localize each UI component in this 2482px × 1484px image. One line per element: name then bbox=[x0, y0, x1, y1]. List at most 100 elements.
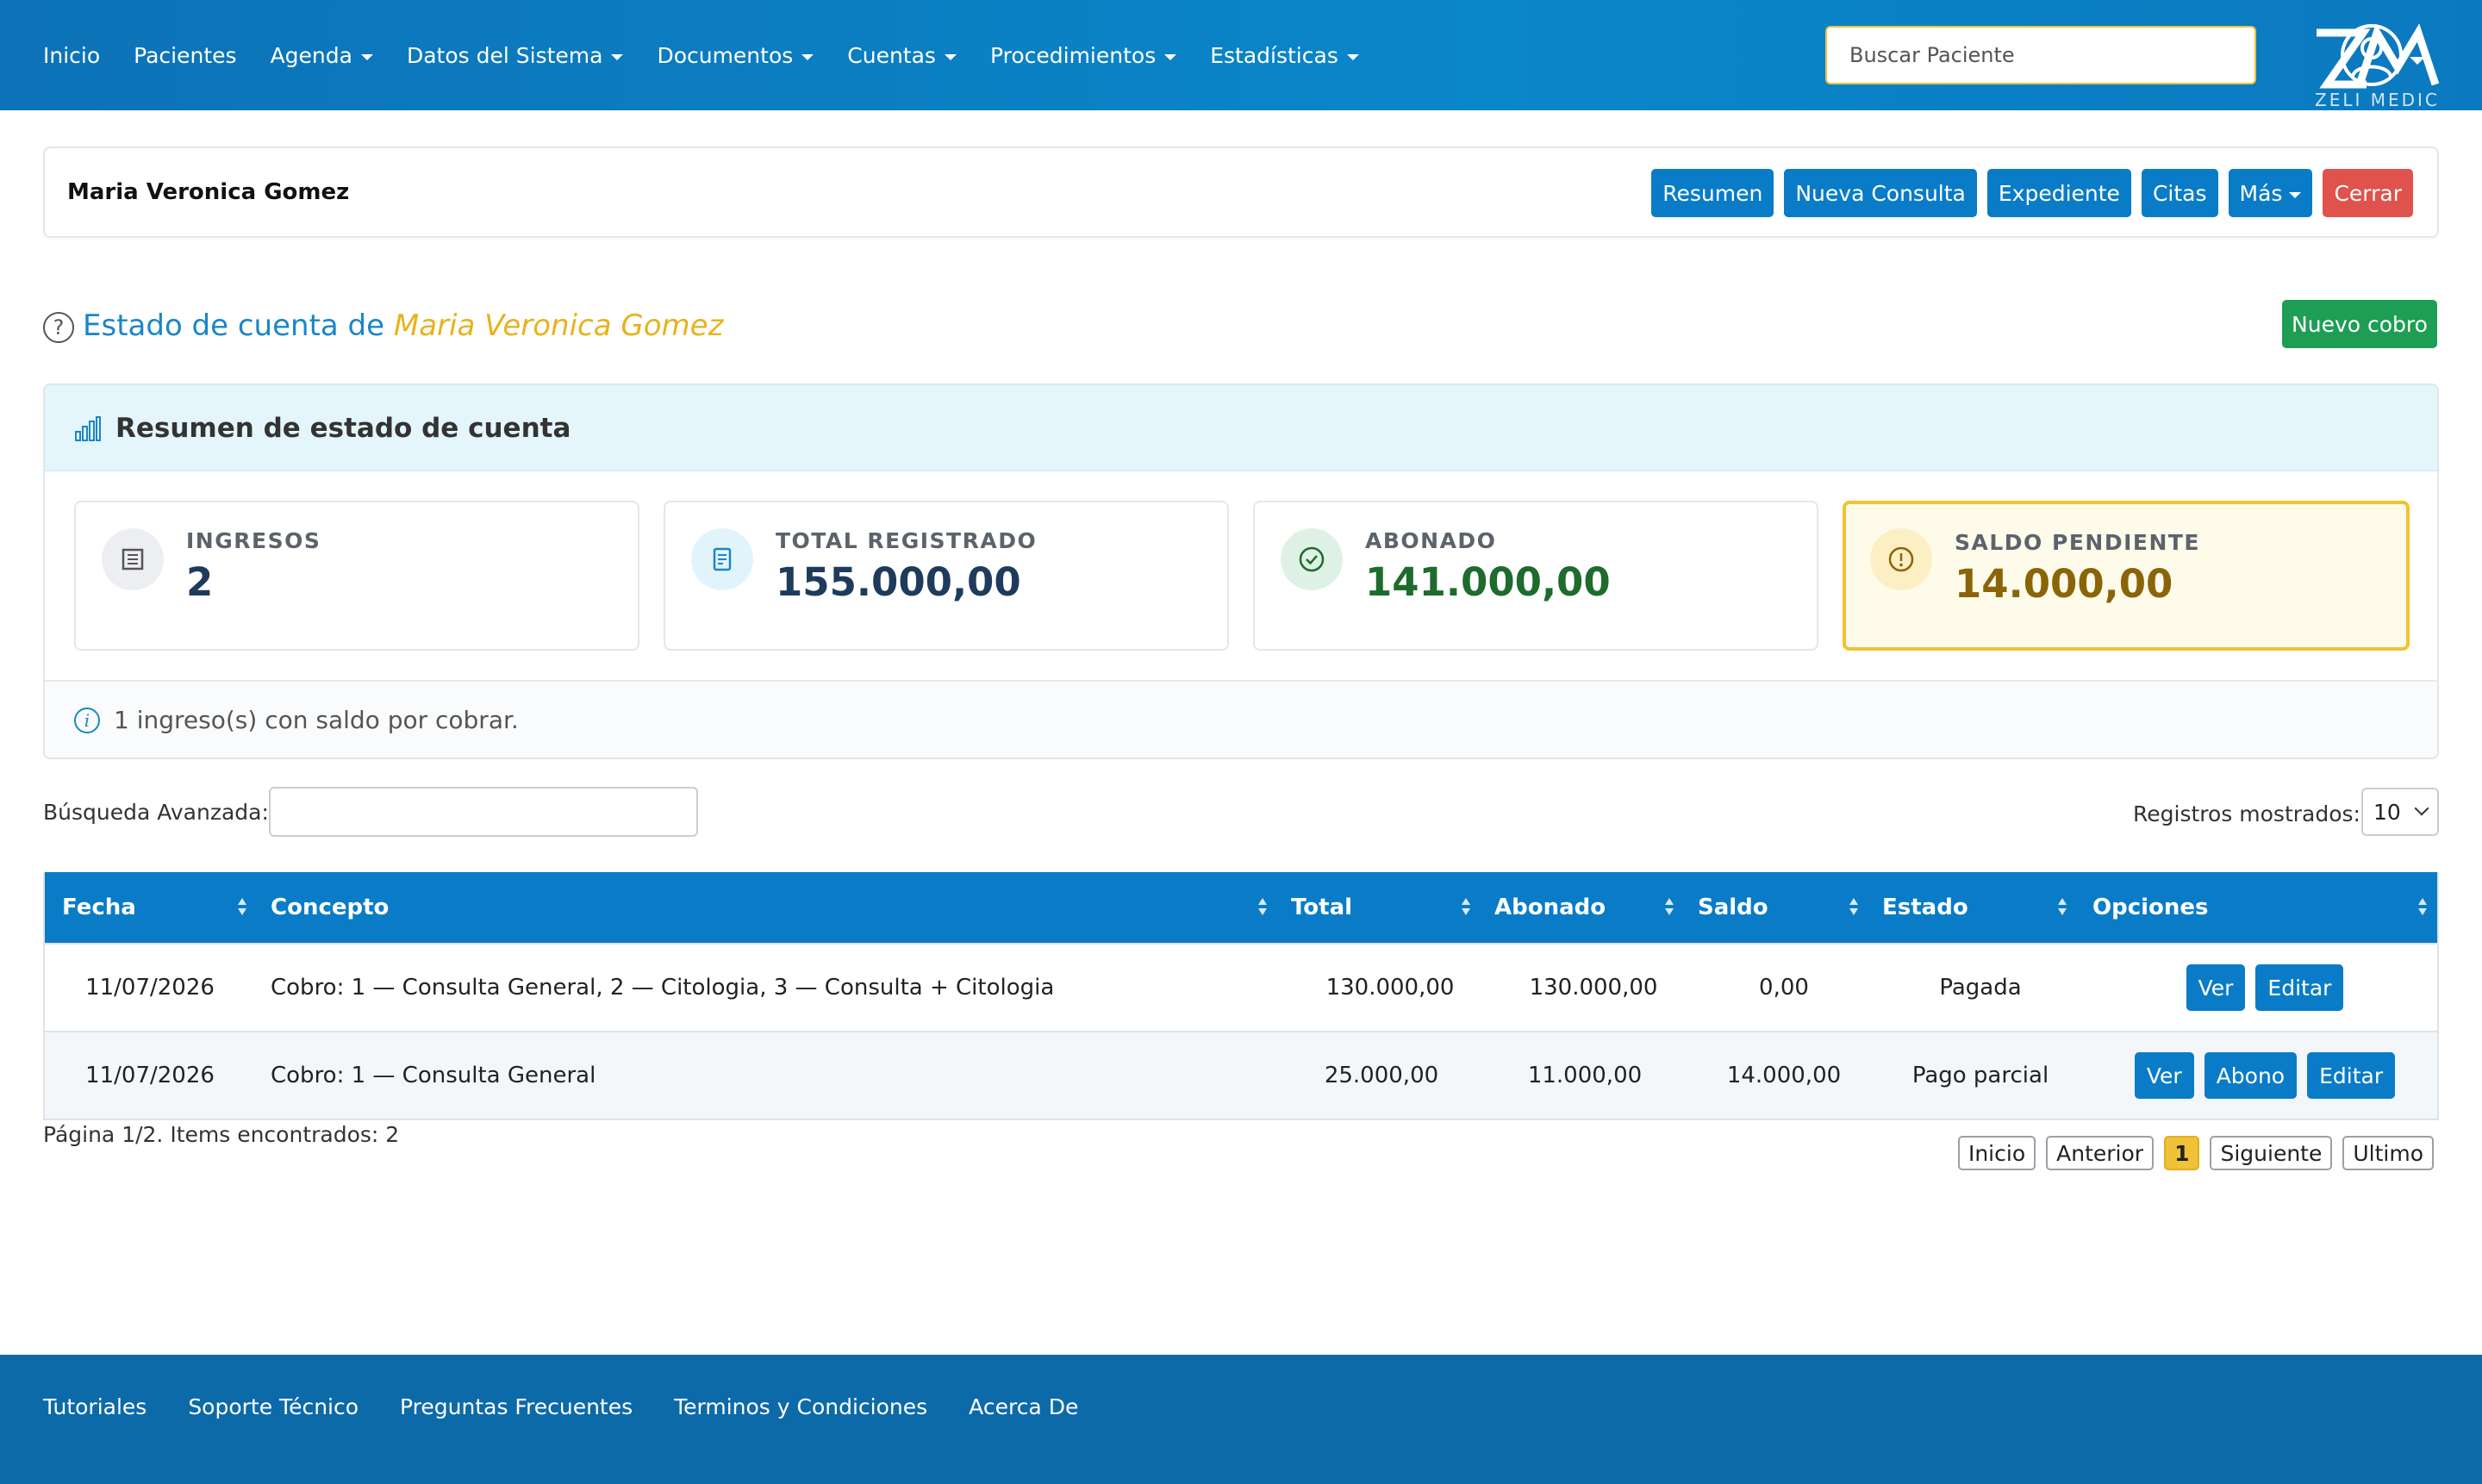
nav-item-datos-sistema[interactable]: Datos del Sistema bbox=[407, 43, 624, 68]
table-row: 11/07/2026 Cobro: 1 — Consulta General, … bbox=[45, 943, 2437, 1031]
stat-label: TOTAL REGISTRADO bbox=[776, 528, 1038, 553]
cell-abonado: 130.000,00 bbox=[1529, 975, 1658, 1001]
footer-link-tutoriales[interactable]: Tutoriales bbox=[43, 1394, 147, 1419]
footer-link-soporte[interactable]: Soporte Técnico bbox=[188, 1394, 359, 1419]
rows-shown-label: Registros mostrados: bbox=[2133, 801, 2360, 826]
stat-value: 14.000,00 bbox=[1955, 561, 2173, 607]
page-last-button[interactable]: Ultimo bbox=[2342, 1136, 2434, 1170]
column-header-saldo[interactable]: Saldo bbox=[1698, 872, 1768, 943]
summary-info-text: 1 ingreso(s) con saldo por cobrar. bbox=[114, 706, 519, 734]
nav-item-cuentas[interactable]: Cuentas bbox=[847, 43, 957, 68]
nuevo-cobro-button[interactable]: Nuevo cobro bbox=[2282, 300, 2437, 348]
ver-button[interactable]: Ver bbox=[2134, 1052, 2194, 1099]
nav-item-pacientes[interactable]: Pacientes bbox=[134, 43, 236, 68]
rows-shown-value: 10 bbox=[2373, 799, 2401, 825]
patient-header-bar: Maria Veronica Gomez Resumen Nueva Consu… bbox=[43, 147, 2439, 238]
footer-link-acerca[interactable]: Acerca De bbox=[969, 1394, 1078, 1419]
stat-value: 2 bbox=[186, 559, 214, 605]
column-header-fecha[interactable]: Fecha bbox=[62, 872, 136, 943]
caret-down-icon bbox=[1346, 53, 1359, 60]
sort-icon[interactable] bbox=[1462, 898, 1470, 917]
footer: Tutoriales Soporte Técnico Preguntas Fre… bbox=[0, 1355, 2482, 1484]
expediente-button[interactable]: Expediente bbox=[1986, 169, 2131, 217]
nav-item-inicio[interactable]: Inicio bbox=[43, 43, 100, 68]
footer-brand-text: ZELI MEDIC bbox=[2315, 90, 2440, 110]
stat-label: INGRESOS bbox=[186, 528, 321, 553]
editar-button[interactable]: Editar bbox=[2307, 1052, 2396, 1099]
cell-total: 25.000,00 bbox=[1324, 1063, 1439, 1088]
sort-icon[interactable] bbox=[1665, 898, 1674, 917]
sort-icon[interactable] bbox=[238, 898, 246, 917]
pagination-info: Página 1/2. Items encontrados: 2 bbox=[43, 1122, 400, 1147]
cell-saldo: 0,00 bbox=[1759, 975, 1809, 1001]
column-header-opciones[interactable]: Opciones bbox=[2092, 872, 2209, 943]
sort-icon[interactable] bbox=[2058, 898, 2067, 917]
stat-value: 141.000,00 bbox=[1365, 559, 1611, 605]
stat-card-total-registrado: TOTAL REGISTRADO 155.000,00 bbox=[664, 501, 1229, 651]
stat-label: SALDO PENDIENTE bbox=[1955, 530, 2200, 555]
cell-total: 130.000,00 bbox=[1325, 975, 1455, 1001]
column-header-concepto[interactable]: Concepto bbox=[271, 872, 389, 943]
cell-fecha: 11/07/2026 bbox=[85, 1063, 215, 1088]
caret-down-icon bbox=[360, 53, 373, 60]
page-first-button[interactable]: Inicio bbox=[1957, 1136, 2036, 1170]
advanced-search-input[interactable] bbox=[269, 787, 698, 837]
nueva-consulta-button[interactable]: Nueva Consulta bbox=[1784, 169, 1977, 217]
pagination: Inicio Anterior 1 Siguiente Ultimo bbox=[1957, 1136, 2434, 1170]
bar-chart-icon bbox=[75, 416, 101, 441]
sort-icon[interactable] bbox=[2418, 898, 2427, 917]
caret-down-icon bbox=[2289, 191, 2302, 198]
cell-concepto: Cobro: 1 — Consulta General bbox=[271, 1063, 596, 1088]
patient-search-input[interactable] bbox=[1825, 26, 2256, 84]
summary-title: Resumen de estado de cuenta bbox=[115, 413, 571, 444]
citas-button[interactable]: Citas bbox=[2141, 169, 2218, 217]
cell-concepto: Cobro: 1 — Consulta General, 2 — Citolog… bbox=[271, 975, 1055, 1001]
footer-links: Tutoriales Soporte Técnico Preguntas Fre… bbox=[43, 1394, 1078, 1419]
sort-icon[interactable] bbox=[1849, 898, 1858, 917]
cell-saldo: 14.000,00 bbox=[1726, 1063, 1842, 1088]
abono-button[interactable]: Abono bbox=[2204, 1052, 2298, 1099]
page-current-button[interactable]: 1 bbox=[2164, 1136, 2200, 1170]
page-next-button[interactable]: Siguiente bbox=[2210, 1136, 2333, 1170]
warning-circle-icon bbox=[1870, 528, 1932, 590]
nav-item-agenda[interactable]: Agenda bbox=[271, 43, 373, 68]
account-summary-card: Resumen de estado de cuenta INGRESOS 2 T… bbox=[43, 383, 2439, 759]
footer-link-faq[interactable]: Preguntas Frecuentes bbox=[400, 1394, 633, 1419]
chevron-down-icon bbox=[2414, 801, 2429, 816]
footer-link-terminos[interactable]: Terminos y Condiciones bbox=[674, 1394, 927, 1419]
cell-estado: Pago parcial bbox=[1911, 1063, 2049, 1088]
page-title-prefix: Estado de cuenta de bbox=[83, 309, 385, 343]
resumen-button[interactable]: Resumen bbox=[1651, 169, 1774, 217]
sort-icon[interactable] bbox=[1258, 898, 1267, 917]
patient-actions: Resumen Nueva Consulta Expediente Citas … bbox=[1651, 169, 2413, 217]
cerrar-button[interactable]: Cerrar bbox=[2323, 169, 2413, 217]
summary-header: Resumen de estado de cuenta bbox=[45, 385, 2437, 471]
stat-value: 155.000,00 bbox=[776, 559, 1021, 605]
nav-item-procedimientos[interactable]: Procedimientos bbox=[990, 43, 1177, 68]
caret-down-icon bbox=[1164, 53, 1177, 60]
column-header-total[interactable]: Total bbox=[1291, 872, 1352, 943]
mas-dropdown-button[interactable]: Más bbox=[2228, 169, 2313, 217]
rows-shown-select[interactable]: 10 bbox=[2361, 788, 2439, 836]
column-header-abonado[interactable]: Abonado bbox=[1494, 872, 1606, 943]
nav-item-documentos[interactable]: Documentos bbox=[657, 43, 814, 68]
cell-fecha: 11/07/2026 bbox=[85, 975, 215, 1001]
page-title-patient: Maria Veronica Gomez bbox=[393, 309, 724, 343]
nav-item-estadisticas[interactable]: Estadísticas bbox=[1210, 43, 1359, 68]
cell-opciones: Ver Editar bbox=[2092, 945, 2437, 1031]
document-list-icon bbox=[102, 528, 164, 590]
page-prev-button[interactable]: Anterior bbox=[2046, 1136, 2155, 1170]
top-navbar: Inicio Pacientes Agenda Datos del Sistem… bbox=[0, 0, 2482, 110]
advanced-search-label: Búsqueda Avanzada: bbox=[43, 800, 269, 825]
stat-label: ABONADO bbox=[1365, 528, 1497, 553]
check-circle-icon bbox=[1281, 528, 1343, 590]
table-row: 11/07/2026 Cobro: 1 — Consulta General 2… bbox=[45, 1031, 2437, 1119]
stat-card-saldo-pendiente: SALDO PENDIENTE 14.000,00 bbox=[1843, 501, 2410, 651]
ver-button[interactable]: Ver bbox=[2186, 964, 2246, 1011]
caret-down-icon bbox=[801, 53, 814, 60]
patient-name: Maria Veronica Gomez bbox=[67, 179, 350, 205]
help-icon[interactable]: ? bbox=[43, 312, 74, 343]
page-title: Estado de cuenta de Maria Veronica Gomez bbox=[83, 309, 723, 343]
editar-button[interactable]: Editar bbox=[2255, 964, 2344, 1011]
column-header-estado[interactable]: Estado bbox=[1882, 872, 1968, 943]
